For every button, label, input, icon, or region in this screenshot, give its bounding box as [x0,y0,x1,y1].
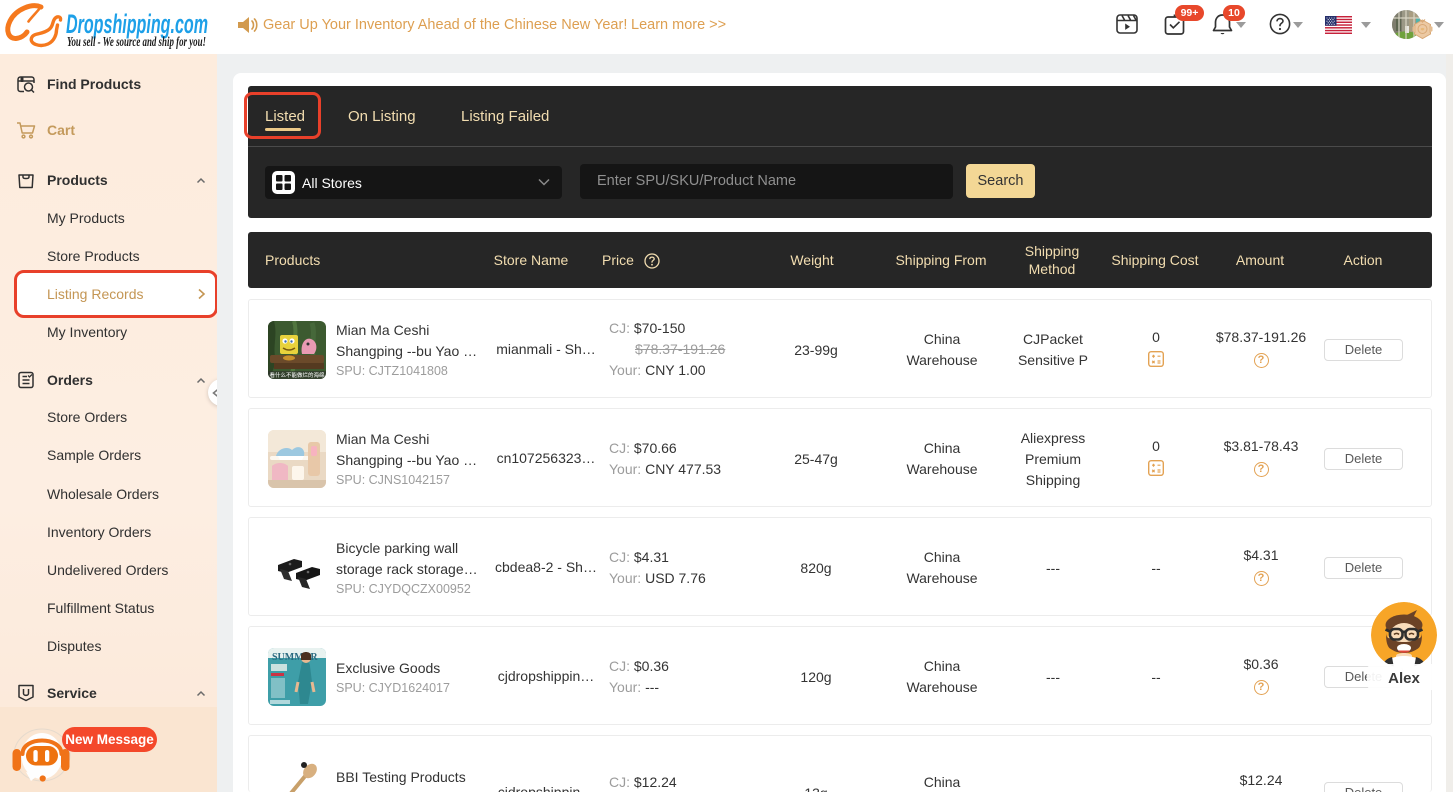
svg-text:看什么不能做烂的海绵: 看什么不能做烂的海绵 [269,371,325,379]
svg-text:SUMMER: SUMMER [272,652,318,663]
svg-text:You sell - We source and ship: You sell - We source and ship for you! [67,35,206,50]
